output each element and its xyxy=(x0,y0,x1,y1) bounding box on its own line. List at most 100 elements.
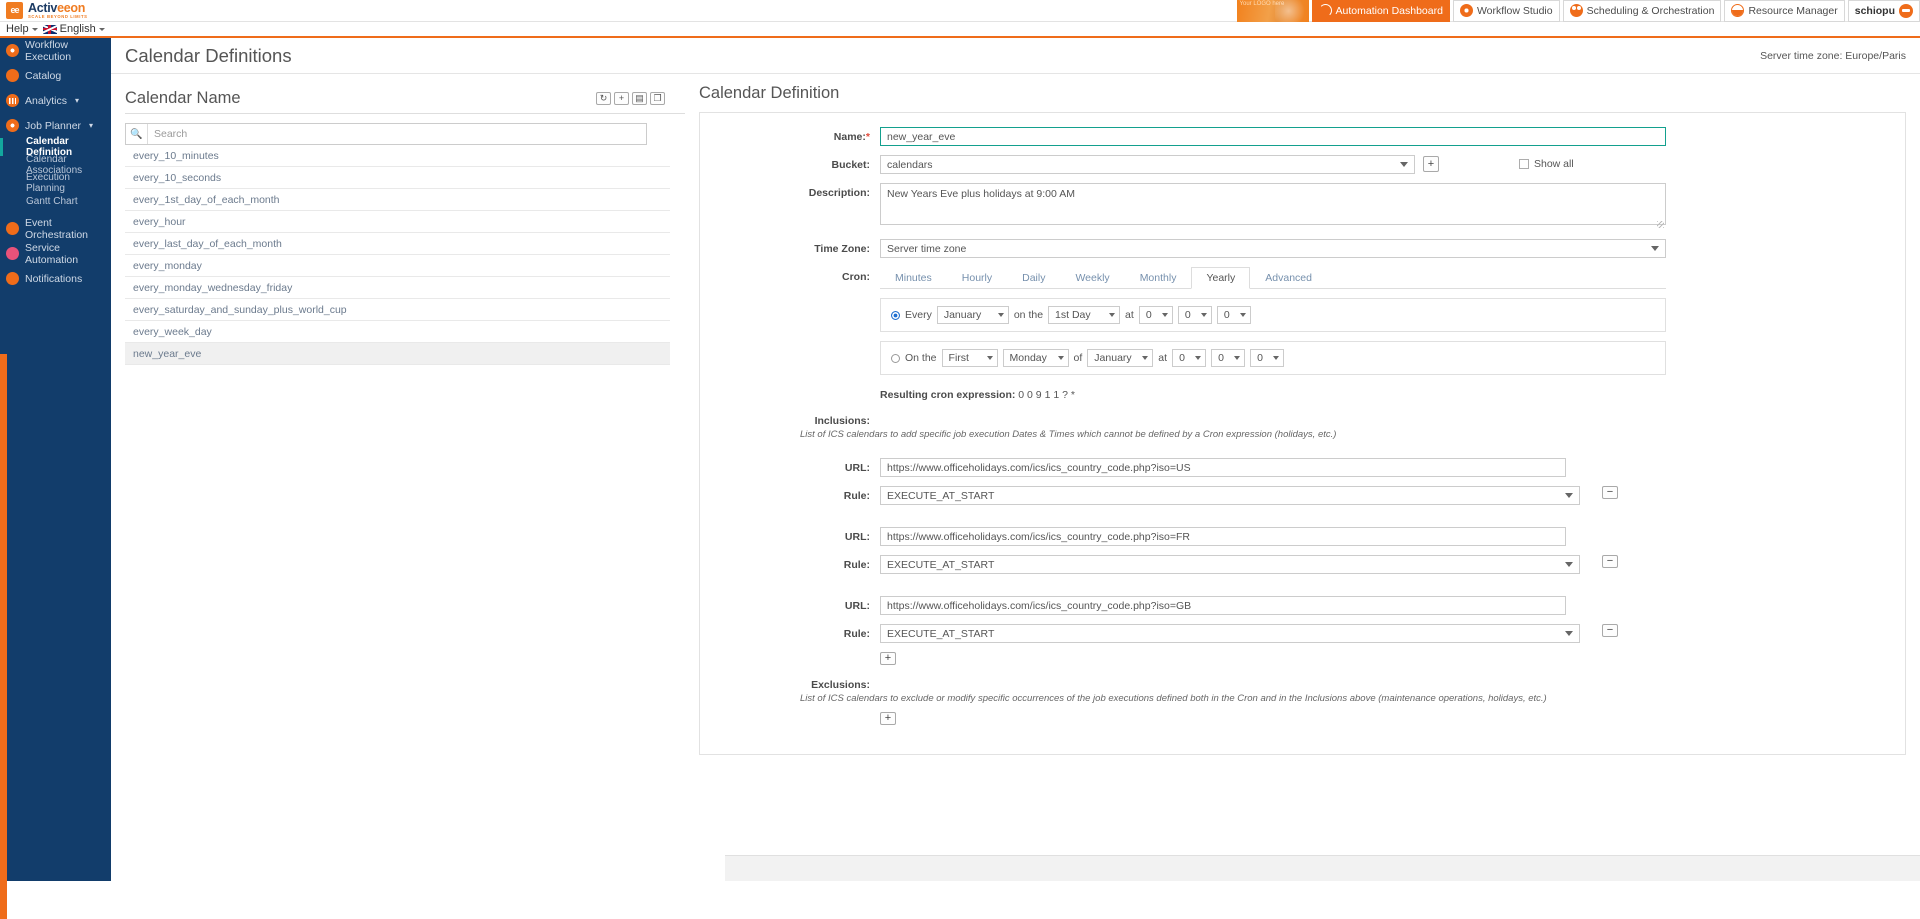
search-input[interactable] xyxy=(148,124,646,144)
every-radio[interactable] xyxy=(891,310,900,320)
sidebar-item-label: Job Planner xyxy=(25,119,82,132)
list-item[interactable]: every_10_minutes xyxy=(125,145,670,167)
add-bucket-button[interactable]: + xyxy=(1423,156,1439,172)
brand-name: Activeeon xyxy=(28,1,88,15)
tab-advanced[interactable]: Advanced xyxy=(1250,267,1327,289)
language-menu[interactable]: English xyxy=(42,23,105,35)
sidebar-item-execution-planning[interactable]: Execution Planning xyxy=(0,172,111,194)
list-item[interactable]: every_last_day_of_each_month xyxy=(125,233,670,255)
help-menu[interactable]: Help xyxy=(6,23,38,35)
sidebar-item-event-orchestration[interactable]: Event Orchestration xyxy=(0,216,111,241)
onthe-month-select[interactable]: January xyxy=(1087,349,1154,367)
every-hour-select[interactable]: 0 xyxy=(1138,306,1173,324)
timezone-select[interactable]: Server time zone xyxy=(880,239,1666,258)
add-icon[interactable]: + xyxy=(614,92,629,105)
onthe-weekday-select[interactable]: Monday xyxy=(1002,349,1069,367)
language-label: English xyxy=(59,23,96,35)
onthe-second-select[interactable]: 0 xyxy=(1250,349,1285,367)
exclusions-desc-row: List of ICS calendars to exclude or modi… xyxy=(700,693,1905,704)
every-hour-value: 0 xyxy=(1145,309,1152,321)
inclusion-url-input[interactable] xyxy=(880,596,1566,615)
brand-logo[interactable]: ee Activeeon SCALE BEYOND LIMITS xyxy=(0,1,180,20)
chevron-down-icon xyxy=(1400,162,1408,167)
sidebar-accent-bar xyxy=(0,354,7,919)
exclusions-description: List of ICS calendars to exclude or modi… xyxy=(800,693,1547,704)
tab-monthly[interactable]: Monthly xyxy=(1125,267,1192,289)
onthe-hour-select[interactable]: 0 xyxy=(1172,349,1207,367)
remove-inclusion-button[interactable]: − xyxy=(1602,555,1618,568)
bell-icon xyxy=(6,272,19,285)
list-item[interactable]: every_10_seconds xyxy=(125,167,670,189)
brand-text: Activeeon SCALE BEYOND LIMITS xyxy=(28,1,88,20)
nav-item-workflow-studio[interactable]: Workflow Studio xyxy=(1452,0,1560,22)
nav-label: Scheduling & Orchestration xyxy=(1586,4,1715,17)
server-timezone-label: Server time zone: Europe/Paris xyxy=(1760,49,1906,62)
sidebar-item-service-automation[interactable]: Service Automation xyxy=(0,241,111,266)
list-item[interactable]: every_monday xyxy=(125,255,670,277)
tab-hourly[interactable]: Hourly xyxy=(947,267,1007,289)
duplicate-icon[interactable]: ❐ xyxy=(650,92,665,105)
list-item-selected[interactable]: new_year_eve xyxy=(125,343,670,365)
remove-inclusion-button[interactable]: − xyxy=(1602,624,1618,637)
inclusion-rule-select[interactable]: EXECUTE_AT_START xyxy=(880,555,1580,574)
every-second-select[interactable]: 0 xyxy=(1216,306,1251,324)
tab-weekly[interactable]: Weekly xyxy=(1060,267,1124,289)
every-month-select[interactable]: January xyxy=(936,306,1009,324)
resize-grip-icon[interactable] xyxy=(1657,221,1664,228)
onthe-ordinal-select[interactable]: First xyxy=(941,349,998,367)
sidebar-item-job-planner[interactable]: Job Planner ▾ xyxy=(0,113,111,138)
onthe-minute-value: 0 xyxy=(1218,352,1224,364)
sidebar-item-gantt-chart[interactable]: Gantt Chart xyxy=(0,192,111,210)
name-input[interactable] xyxy=(880,127,1666,146)
calendar-search-bar[interactable]: 🔍 xyxy=(125,123,647,145)
nav-label: Workflow Studio xyxy=(1476,4,1553,17)
play-circle-icon xyxy=(6,44,19,57)
add-inclusion-button[interactable]: + xyxy=(880,652,896,665)
brand-mark-icon: ee xyxy=(6,1,23,19)
refresh-icon[interactable]: ↻ xyxy=(596,92,611,105)
onthe-at-label: at xyxy=(1158,352,1168,364)
description-textarea[interactable]: New Years Eve plus holidays at 9:00 AM xyxy=(880,183,1666,225)
onthe-minute-select[interactable]: 0 xyxy=(1211,349,1246,367)
list-item[interactable]: every_hour xyxy=(125,211,670,233)
sidebar-item-catalog[interactable]: Catalog xyxy=(0,63,111,88)
list-item[interactable]: every_1st_day_of_each_month xyxy=(125,189,670,211)
list-item[interactable]: every_saturday_and_sunday_plus_world_cup xyxy=(125,299,670,321)
list-item[interactable]: every_monday_wednesday_friday xyxy=(125,277,670,299)
exclusions-header-row: Exclusions: xyxy=(700,679,1905,691)
sidebar-item-workflow-execution[interactable]: Workflow Execution xyxy=(0,38,111,63)
inclusion-rule-select[interactable]: EXECUTE_AT_START xyxy=(880,486,1580,505)
inclusion-url-input[interactable] xyxy=(880,458,1566,477)
chevron-down-icon xyxy=(1234,356,1241,360)
tab-minutes[interactable]: Minutes xyxy=(880,267,947,289)
user-menu[interactable]: schiopu xyxy=(1847,0,1920,22)
every-day-select[interactable]: 1st Day xyxy=(1048,306,1121,324)
sidebar-item-notifications[interactable]: Notifications xyxy=(0,266,111,291)
every-month-value: January xyxy=(943,309,982,321)
every-at-label: at xyxy=(1125,309,1134,321)
add-exclusion-button[interactable]: + xyxy=(880,712,896,725)
onthe-radio[interactable] xyxy=(891,353,900,363)
show-all-checkbox[interactable] xyxy=(1519,159,1529,169)
calendar-name: every_10_seconds xyxy=(133,171,222,184)
sidebar-item-analytics[interactable]: Analytics ▾ xyxy=(0,88,111,113)
bucket-select[interactable]: calendars xyxy=(880,155,1415,174)
cron-every-row: Every January on the 1st Day at 0 0 0 xyxy=(880,298,1666,332)
nav-item-scheduling-orchestration[interactable]: Scheduling & Orchestration xyxy=(1562,0,1722,22)
tab-yearly[interactable]: Yearly xyxy=(1191,267,1251,289)
logout-icon[interactable] xyxy=(1899,3,1913,18)
tab-daily[interactable]: Daily xyxy=(1007,267,1060,289)
nav-item-automation-dashboard[interactable]: Automation Dashboard xyxy=(1311,0,1450,22)
list-item[interactable]: every_week_day xyxy=(125,321,670,343)
delete-icon[interactable]: ▤ xyxy=(632,92,647,105)
inclusion-url-input[interactable] xyxy=(880,527,1566,546)
nav-item-resource-manager[interactable]: Resource Manager xyxy=(1724,0,1845,22)
every-minute-select[interactable]: 0 xyxy=(1177,306,1212,324)
user-name: schiopu xyxy=(1854,4,1895,17)
show-all-toggle[interactable]: Show all xyxy=(1519,155,1574,170)
name-label-text: Name: xyxy=(833,131,866,143)
inclusion-rule-select[interactable]: EXECUTE_AT_START xyxy=(880,624,1580,643)
remove-inclusion-button[interactable]: − xyxy=(1602,486,1618,499)
sidebar-item-label: Notifications xyxy=(25,272,83,285)
chevron-down-icon xyxy=(1057,356,1064,360)
